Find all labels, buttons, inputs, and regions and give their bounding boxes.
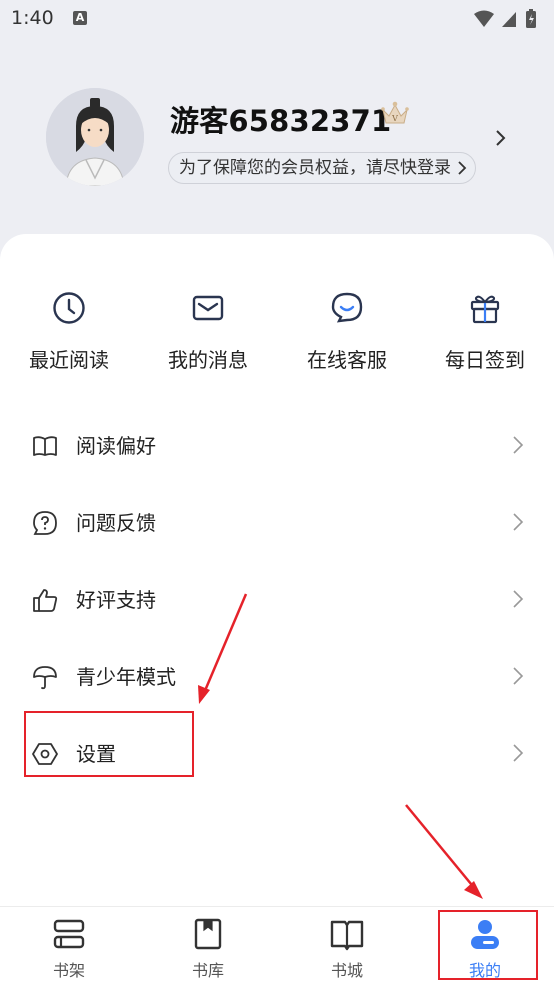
quick-action-daily-checkin[interactable]: 每日签到 [425,290,545,373]
signal-battery-icon [474,9,536,28]
status-bar: 1:40 A [0,0,554,40]
settings-highlight-box [24,711,194,777]
login-prompt-button[interactable]: 为了保障您的会员权益，请尽快登录 [168,152,476,184]
nav-mine-highlight-box [438,910,538,980]
quick-action-recent-reading[interactable]: 最近阅读 [9,290,129,373]
menu-item-label: 好评支持 [76,588,156,612]
avatar[interactable] [46,88,144,186]
nav-tab-library[interactable]: 书库 [158,907,258,985]
chevron-right-icon [513,436,524,454]
thumbs-up-icon [33,589,58,612]
open-book-icon [330,920,364,951]
chevron-right-icon [513,667,524,685]
question-icon [33,511,57,535]
menu-item-label: 问题反馈 [76,511,156,535]
quick-action-label: 最近阅读 [29,348,109,372]
envelope-icon [192,295,224,321]
username[interactable]: 游客65832371 [170,98,391,140]
nav-tab-label: 书城 [330,961,363,980]
notification-icon: A [73,11,87,25]
nav-tab-label: 书架 [52,961,85,980]
clock-icon [53,292,85,324]
menu-item-label: 青少年模式 [76,665,176,689]
svg-text:V: V [391,114,398,123]
chevron-right-icon [513,513,524,531]
quick-action-messages[interactable]: 我的消息 [148,290,268,373]
avatar-icon [46,88,144,186]
umbrella-icon [33,666,57,690]
login-tip-text: 为了保障您的会员权益，请尽快登录 [179,158,451,178]
menu-item-label: 阅读偏好 [76,434,156,458]
chevron-right-icon[interactable] [494,128,508,148]
chevron-right-icon [513,744,524,762]
quick-action-customer-service[interactable]: 在线客服 [287,290,407,373]
nav-tab-label: 书库 [191,961,224,980]
book-icon [194,918,222,950]
menu-item-feedback[interactable]: 问题反馈 [0,492,554,552]
gift-icon [470,295,500,324]
book-open-icon [33,436,57,456]
quick-action-label: 我的消息 [168,348,248,372]
bookshelf-icon [53,919,85,949]
quick-action-label: 每日签到 [445,348,525,372]
crown-icon: V [381,101,409,124]
menu-item-rating-support[interactable]: 好评支持 [0,569,554,629]
nav-tab-bookstore[interactable]: 书城 [297,907,397,985]
chevron-right-icon [513,590,524,608]
menu-item-reading-preference[interactable]: 阅读偏好 [0,415,554,475]
status-time: 1:40 [11,7,54,29]
chevron-right-icon [458,161,467,175]
quick-action-label: 在线客服 [307,348,387,372]
menu-item-teen-mode[interactable]: 青少年模式 [0,646,554,706]
chat-smile-icon [331,292,363,323]
nav-tab-bookshelf[interactable]: 书架 [19,907,119,985]
